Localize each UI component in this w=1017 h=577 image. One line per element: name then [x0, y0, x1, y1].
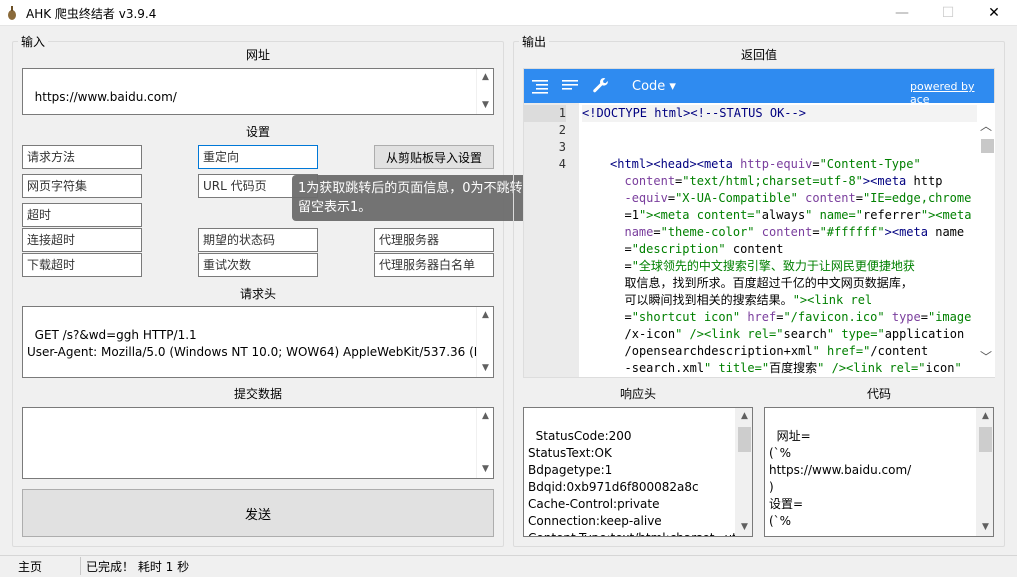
response-headers-label: 响应头	[619, 387, 656, 401]
wrench-icon[interactable]	[592, 77, 609, 94]
line-number: 1	[524, 105, 566, 122]
request-headers-scrollbar[interactable]: ▲ ▼	[476, 307, 493, 377]
scroll-thumb[interactable]	[738, 427, 751, 452]
title-bar[interactable]: AHK 爬虫终结者 v3.9.4 — ☐ ✕	[0, 0, 1017, 26]
statusbar-divider	[80, 557, 81, 575]
code-wrap-line: /opensearchdescription+xml" href="/conte…	[624, 344, 929, 358]
response-headers-scrollbar[interactable]: ▲ ▼	[735, 408, 752, 536]
line-gutter: 1 2 3 4	[524, 103, 579, 377]
code-wrap-line: ="全球领先的中文搜索引擎、致力于让网民更便捷地获	[624, 259, 915, 273]
editor-toolbar: Code ▾ powered by ace	[524, 69, 994, 106]
editor-scrollbar[interactable]: ︿ ﹀	[978, 103, 995, 377]
import-from-clipboard-button[interactable]: 从剪贴板导入设置	[374, 145, 494, 169]
post-data-scrollbar[interactable]: ▲ ▼	[476, 408, 493, 478]
send-button[interactable]: 发送	[22, 489, 494, 537]
download-timeout-input[interactable]: 下载超时	[22, 253, 142, 277]
post-data-input[interactable]: ▲ ▼	[22, 407, 494, 479]
scroll-down-icon[interactable]: ▼	[977, 519, 993, 536]
line-number: 3	[558, 140, 566, 154]
code-wrap-line: /x-icon" /><link rel="search" type="appl…	[624, 327, 965, 341]
app-icon	[8, 6, 16, 20]
timeout-input[interactable]: 超时	[22, 203, 142, 227]
request-headers-input[interactable]: GET /s?&wd=ggh HTTP/1.1 User-Agent: Mozi…	[22, 306, 494, 378]
scroll-up-icon[interactable]: ▲	[477, 69, 493, 86]
scroll-up-icon[interactable]: ▲	[477, 408, 493, 425]
maximize-button[interactable]: ☐	[925, 0, 971, 26]
close-button[interactable]: ✕	[971, 0, 1017, 26]
proxy-input[interactable]: 代理服务器	[374, 228, 494, 252]
format-icon[interactable]	[532, 78, 548, 94]
code-wrap-line: 可以瞬间找到相关的搜索结果。"><link rel	[624, 293, 873, 307]
retry-count-input[interactable]: 重试次数	[198, 253, 318, 277]
scroll-thumb[interactable]	[979, 427, 992, 452]
code-wrap-line: name="theme-color" content="#ffffff"><me…	[624, 225, 965, 239]
request-headers-label: 请求头	[239, 287, 276, 301]
code-wrap-line: ="shortcut icon" href="/favicon.ico" typ…	[624, 310, 972, 324]
scroll-down-icon[interactable]: ▼	[477, 461, 493, 478]
code-wrap-line: ="description" content	[624, 242, 784, 256]
code-wrap-line: content="text/html;charset=utf-8"><meta …	[624, 174, 943, 188]
code-scrollbar[interactable]: ▲ ▼	[976, 408, 993, 536]
charset-input[interactable]: 网页字符集	[22, 174, 142, 198]
compact-icon[interactable]	[562, 78, 578, 94]
code-wrap-line: -equiv="X-UA-Compatible" content="IE=edg…	[624, 191, 972, 205]
scroll-up-icon[interactable]: ︿	[980, 117, 992, 134]
url-input-value: https://www.baidu.com/	[34, 90, 177, 104]
code-box[interactable]: 网址= (`% https://www.baidu.com/ ) 设置= (`%…	[764, 407, 994, 537]
code-wrap-line: -search.xml" title="百度搜索" /><link rel="i…	[624, 361, 962, 375]
scroll-down-icon[interactable]: ▼	[477, 360, 493, 377]
response-headers-box[interactable]: StatusCode:200 StatusText:OK Bdpagetype:…	[523, 407, 753, 537]
statusbar-tab[interactable]: 主页	[18, 557, 42, 575]
statusbar-status: 已完成！ 耗时 1 秒	[86, 560, 190, 574]
scroll-up-icon[interactable]: ▲	[477, 307, 493, 324]
post-data-label: 提交数据	[233, 387, 282, 401]
settings-label: 设置	[245, 125, 270, 139]
proxy-whitelist-input[interactable]: 代理服务器白名单	[374, 253, 494, 277]
request-method-input[interactable]: 请求方法	[22, 145, 142, 169]
mode-dropdown[interactable]: Code ▾	[632, 79, 676, 94]
empty-lines	[582, 122, 977, 156]
return-value-label: 返回值	[740, 48, 777, 62]
code-wrap-line: 取信息，找到所求。百度超过千亿的中文网页数据库，	[624, 276, 913, 290]
connect-timeout-input[interactable]: 连接超时	[22, 228, 142, 252]
code-value: 网址= (`% https://www.baidu.com/ ) 设置= (`%	[769, 429, 912, 528]
code-label: 代码	[866, 387, 891, 401]
request-headers-value: GET /s?&wd=ggh HTTP/1.1 User-Agent: Mozi…	[27, 328, 482, 359]
code-editor[interactable]: Code ▾ powered by ace 1 2 3 4 <!DOCTYPE …	[523, 68, 995, 378]
minimize-button[interactable]: —	[879, 0, 925, 26]
scroll-thumb[interactable]	[981, 139, 994, 153]
url-input[interactable]: https://www.baidu.com/ ▲ ▼	[22, 68, 494, 115]
expected-status-input[interactable]: 期望的状态码	[198, 228, 318, 252]
scroll-up-icon[interactable]: ▲	[736, 408, 752, 425]
scroll-down-icon[interactable]: ▼	[477, 97, 493, 114]
scroll-down-icon[interactable]: ▼	[736, 519, 752, 536]
code-line-1: <!DOCTYPE html><!--STATUS OK-->	[582, 105, 977, 122]
code-wrap-line: =1"><meta content="always" name="referre…	[624, 208, 972, 222]
window-title: AHK 爬虫终结者 v3.9.4	[26, 7, 157, 21]
response-headers-value: StatusCode:200 StatusText:OK Bdpagetype:…	[528, 429, 752, 536]
scroll-up-icon[interactable]: ▲	[977, 408, 993, 425]
line-number: 2	[558, 123, 566, 137]
code-wrap-line: <html><head><meta http-equiv="Content-Ty…	[610, 157, 921, 171]
redirect-input[interactable]: 重定向	[198, 145, 318, 169]
code-line-4: <html><head><meta http-equiv="Content-Ty…	[582, 156, 977, 377]
url-scrollbar[interactable]: ▲ ▼	[476, 69, 493, 114]
scroll-down-icon[interactable]: ﹀	[980, 348, 992, 365]
line-number: 4	[558, 157, 566, 171]
editor-text[interactable]: <!DOCTYPE html><!--STATUS OK--> <html><h…	[582, 103, 977, 377]
url-label: 网址	[245, 48, 270, 62]
